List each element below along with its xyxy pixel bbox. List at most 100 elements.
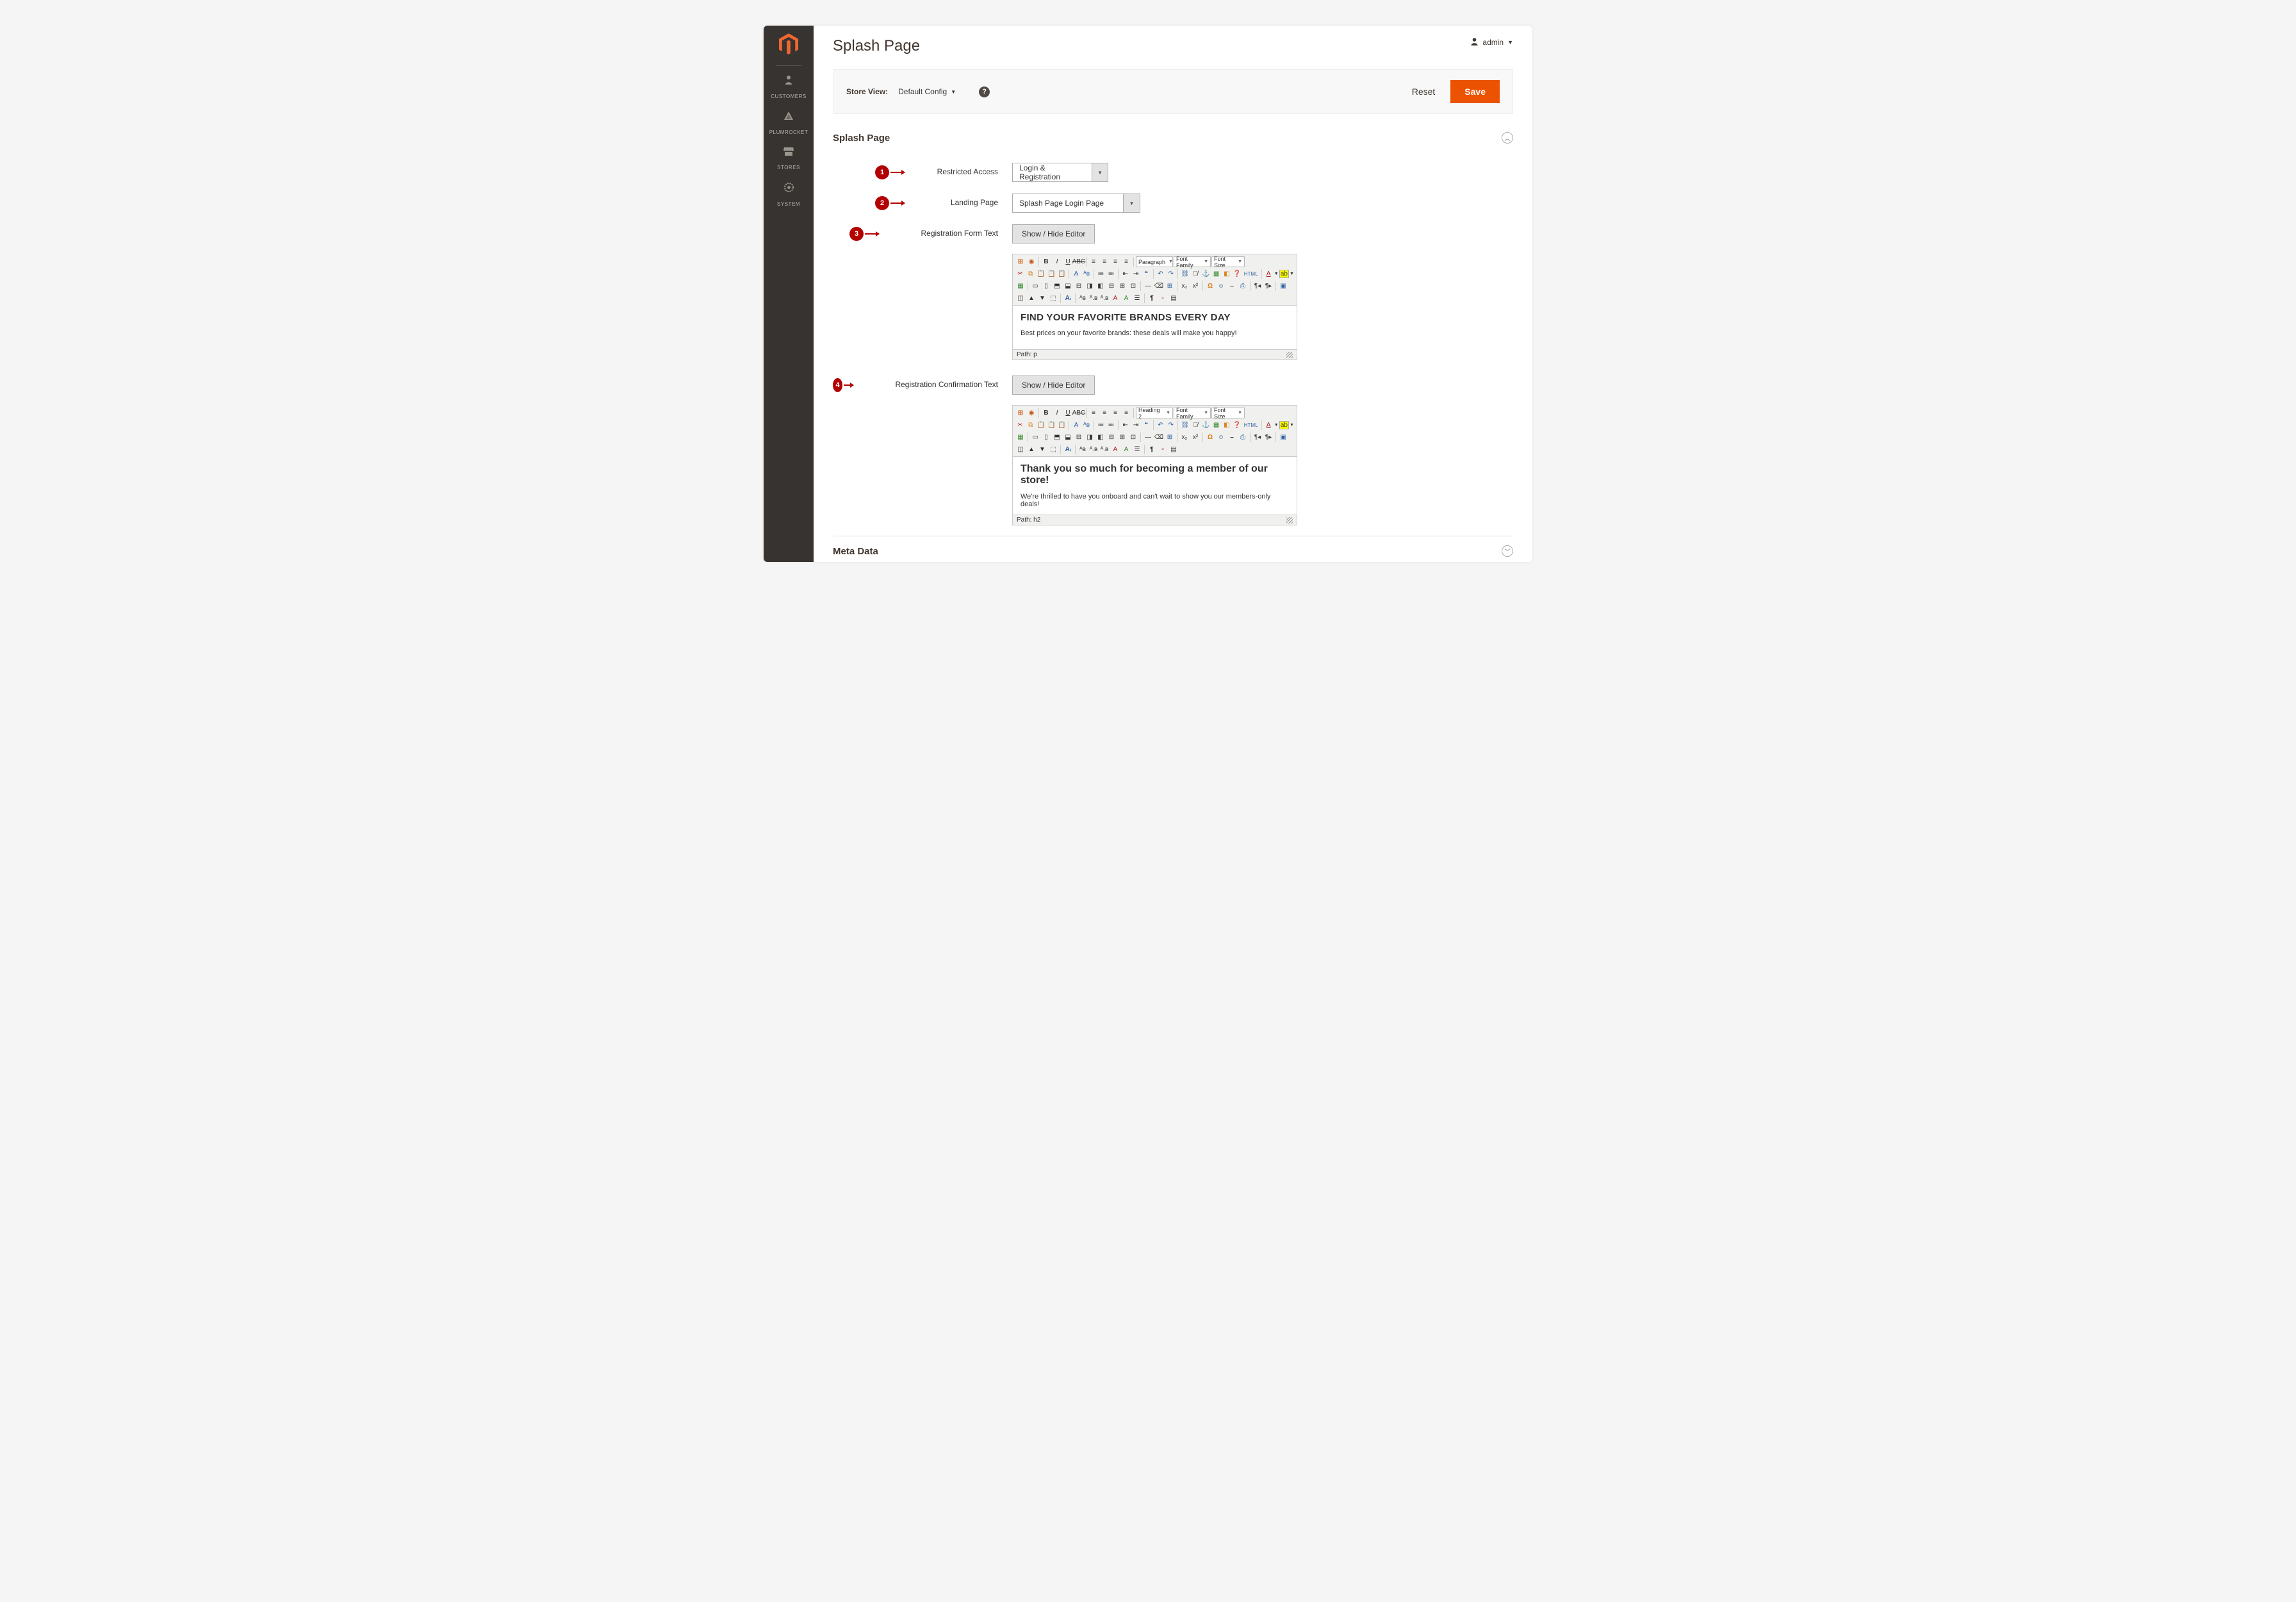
font-family-select[interactable]: Font Family▼ xyxy=(1174,408,1211,418)
toggle-editor-button[interactable]: Show / Hide Editor xyxy=(1012,376,1095,395)
ltr-icon[interactable]: ¶◂ xyxy=(1252,281,1263,292)
insert-col-before-icon[interactable]: ◨ xyxy=(1085,281,1095,292)
blockquote-icon[interactable]: ❝ xyxy=(1142,420,1151,431)
restricted-access-select[interactable]: Login & Registration ▼ xyxy=(1012,163,1108,182)
anchor-icon[interactable]: ⚓ xyxy=(1201,420,1211,431)
copy-icon[interactable]: ⧉ xyxy=(1026,420,1035,431)
save-button[interactable]: Save xyxy=(1450,80,1500,103)
emoticons-icon[interactable]: ☺ xyxy=(1216,281,1226,292)
delete-col-icon[interactable]: ⊟ xyxy=(1106,281,1117,292)
remove-format-icon[interactable]: ⌫ xyxy=(1154,281,1164,292)
section-header-splash[interactable]: Splash Page ︿ xyxy=(833,132,1513,149)
cite-icon[interactable]: ᴬʙ xyxy=(1078,444,1088,455)
layer-back-icon[interactable]: ▼ xyxy=(1037,444,1047,455)
superscript-icon[interactable]: x² xyxy=(1190,281,1201,292)
insert-col-after-icon[interactable]: ◧ xyxy=(1095,432,1106,443)
find-icon[interactable]: Ạ xyxy=(1071,268,1081,279)
bg-color-icon[interactable]: ab xyxy=(1279,270,1289,278)
underline-icon[interactable]: U xyxy=(1063,256,1073,267)
align-justify-icon[interactable]: ≡ xyxy=(1121,256,1131,267)
subscript-icon[interactable]: x₂ xyxy=(1179,432,1190,443)
bold-icon[interactable]: B xyxy=(1041,408,1051,418)
media-icon[interactable]: ◧ xyxy=(1222,420,1231,431)
paste-word-icon[interactable]: 📋 xyxy=(1057,268,1067,279)
template-icon[interactable]: ▤ xyxy=(1168,293,1179,304)
nbsp-icon[interactable]: ▫ xyxy=(1158,444,1168,455)
bullet-list-icon[interactable]: ≔ xyxy=(1096,268,1106,279)
align-center-icon[interactable]: ≡ xyxy=(1099,256,1110,267)
user-menu[interactable]: admin ▼ xyxy=(1470,37,1513,47)
collapse-up-icon[interactable]: ︿ xyxy=(1502,132,1513,144)
number-list-icon[interactable]: ≕ xyxy=(1106,420,1116,431)
merge-cells-icon[interactable]: ⊡ xyxy=(1128,281,1138,292)
resize-handle-icon[interactable] xyxy=(1286,517,1293,524)
cell-props-icon[interactable]: ▯ xyxy=(1041,281,1051,292)
fullscreen-icon[interactable]: ▣ xyxy=(1278,281,1288,292)
align-right-icon[interactable]: ≡ xyxy=(1110,256,1120,267)
help-icon[interactable]: ❓ xyxy=(1233,420,1242,431)
emoticons-icon[interactable]: ☺ xyxy=(1216,432,1226,443)
sidebar-item-customers[interactable]: CUSTOMERS xyxy=(764,69,814,105)
landing-page-select[interactable]: Splash Page Login Page ▼ xyxy=(1012,194,1140,213)
special-char-icon[interactable]: Ω xyxy=(1205,281,1215,292)
visualchars-icon[interactable]: ¶ xyxy=(1147,293,1157,304)
toggle-editor-button[interactable]: Show / Hide Editor xyxy=(1012,224,1095,244)
unlink-icon[interactable]: ⛓̸ xyxy=(1191,268,1201,279)
table-icon[interactable]: ▦ xyxy=(1015,281,1026,292)
styleprops-icon[interactable]: Aᵢ xyxy=(1063,444,1073,455)
link-icon[interactable]: ⛓ xyxy=(1180,268,1190,279)
split-cells-icon[interactable]: ⊞ xyxy=(1117,432,1128,443)
redo-icon[interactable]: ↷ xyxy=(1166,268,1176,279)
paste-text-icon[interactable]: 📋 xyxy=(1047,268,1056,279)
editor-content-area[interactable]: FIND YOUR FAVORITE BRANDS EVERY DAY Best… xyxy=(1013,306,1297,349)
store-view-select[interactable]: Default Config ▼ xyxy=(898,87,956,96)
editor-content-area[interactable]: Thank you so much for becoming a member … xyxy=(1013,457,1297,515)
cut-icon[interactable]: ✂ xyxy=(1015,420,1025,431)
color-caret-icon[interactable]: ▼ xyxy=(1274,272,1279,276)
rtl-icon[interactable]: ¶▸ xyxy=(1263,281,1274,292)
page-break-icon[interactable]: ⎯ xyxy=(1227,281,1237,292)
font-size-select[interactable]: Font Size▼ xyxy=(1211,256,1245,267)
styleprops-icon[interactable]: Aᵢ xyxy=(1063,293,1073,304)
blockquote-icon[interactable]: ❝ xyxy=(1142,268,1151,279)
magento-widget-icon[interactable]: ⊞ xyxy=(1015,256,1026,267)
align-left-icon[interactable]: ≡ xyxy=(1088,256,1099,267)
page-break-icon[interactable]: ⎯ xyxy=(1227,432,1237,443)
insert-row-after-icon[interactable]: ⬓ xyxy=(1063,281,1073,292)
image-icon[interactable]: ▦ xyxy=(1211,268,1221,279)
outdent-icon[interactable]: ⇤ xyxy=(1120,268,1130,279)
subscript-icon[interactable]: x₂ xyxy=(1179,281,1190,292)
section-header-meta[interactable]: Meta Data ﹀ xyxy=(833,536,1513,562)
sidebar-item-stores[interactable]: STORES xyxy=(764,141,814,176)
color-caret-icon[interactable]: ▼ xyxy=(1274,423,1279,427)
insert-row-before-icon[interactable]: ⬒ xyxy=(1052,432,1062,443)
link-icon[interactable]: ⛓ xyxy=(1180,420,1190,431)
underline-icon[interactable]: U xyxy=(1063,408,1073,418)
layer-back-icon[interactable]: ▼ xyxy=(1037,293,1047,304)
undo-icon[interactable]: ↶ xyxy=(1156,420,1165,431)
html-source-icon[interactable]: HTML xyxy=(1243,420,1259,431)
visualchars-icon[interactable]: ¶ xyxy=(1147,444,1157,455)
layer-abs-icon[interactable]: ⬚ xyxy=(1048,444,1058,455)
strikethrough-icon[interactable]: ABC xyxy=(1074,256,1084,267)
align-right-icon[interactable]: ≡ xyxy=(1110,408,1120,418)
insert-row-after-icon[interactable]: ⬓ xyxy=(1063,432,1073,443)
layer-forward-icon[interactable]: ▲ xyxy=(1026,444,1037,455)
number-list-icon[interactable]: ≕ xyxy=(1106,268,1116,279)
outdent-icon[interactable]: ⇤ xyxy=(1120,420,1130,431)
nbsp-icon[interactable]: ▫ xyxy=(1158,293,1168,304)
del-icon[interactable]: A xyxy=(1110,293,1120,304)
abbr-icon[interactable]: ᴬ.ʙ xyxy=(1088,444,1099,455)
insert-variable-icon[interactable]: ◉ xyxy=(1026,408,1037,418)
color-caret-icon[interactable]: ▼ xyxy=(1290,272,1294,276)
editor-path[interactable]: Path: h2 xyxy=(1017,516,1040,524)
italic-icon[interactable]: I xyxy=(1052,408,1062,418)
attribs-icon[interactable]: ☰ xyxy=(1132,293,1142,304)
visual-aid-icon[interactable]: ⊞ xyxy=(1165,432,1175,443)
help-icon[interactable]: ❓ xyxy=(1233,268,1242,279)
anchor-icon[interactable]: ⚓ xyxy=(1201,268,1211,279)
help-icon[interactable]: ? xyxy=(979,87,990,97)
insert-col-after-icon[interactable]: ◧ xyxy=(1095,281,1106,292)
color-caret-icon[interactable]: ▼ xyxy=(1290,423,1294,427)
ins-icon[interactable]: A xyxy=(1121,293,1131,304)
